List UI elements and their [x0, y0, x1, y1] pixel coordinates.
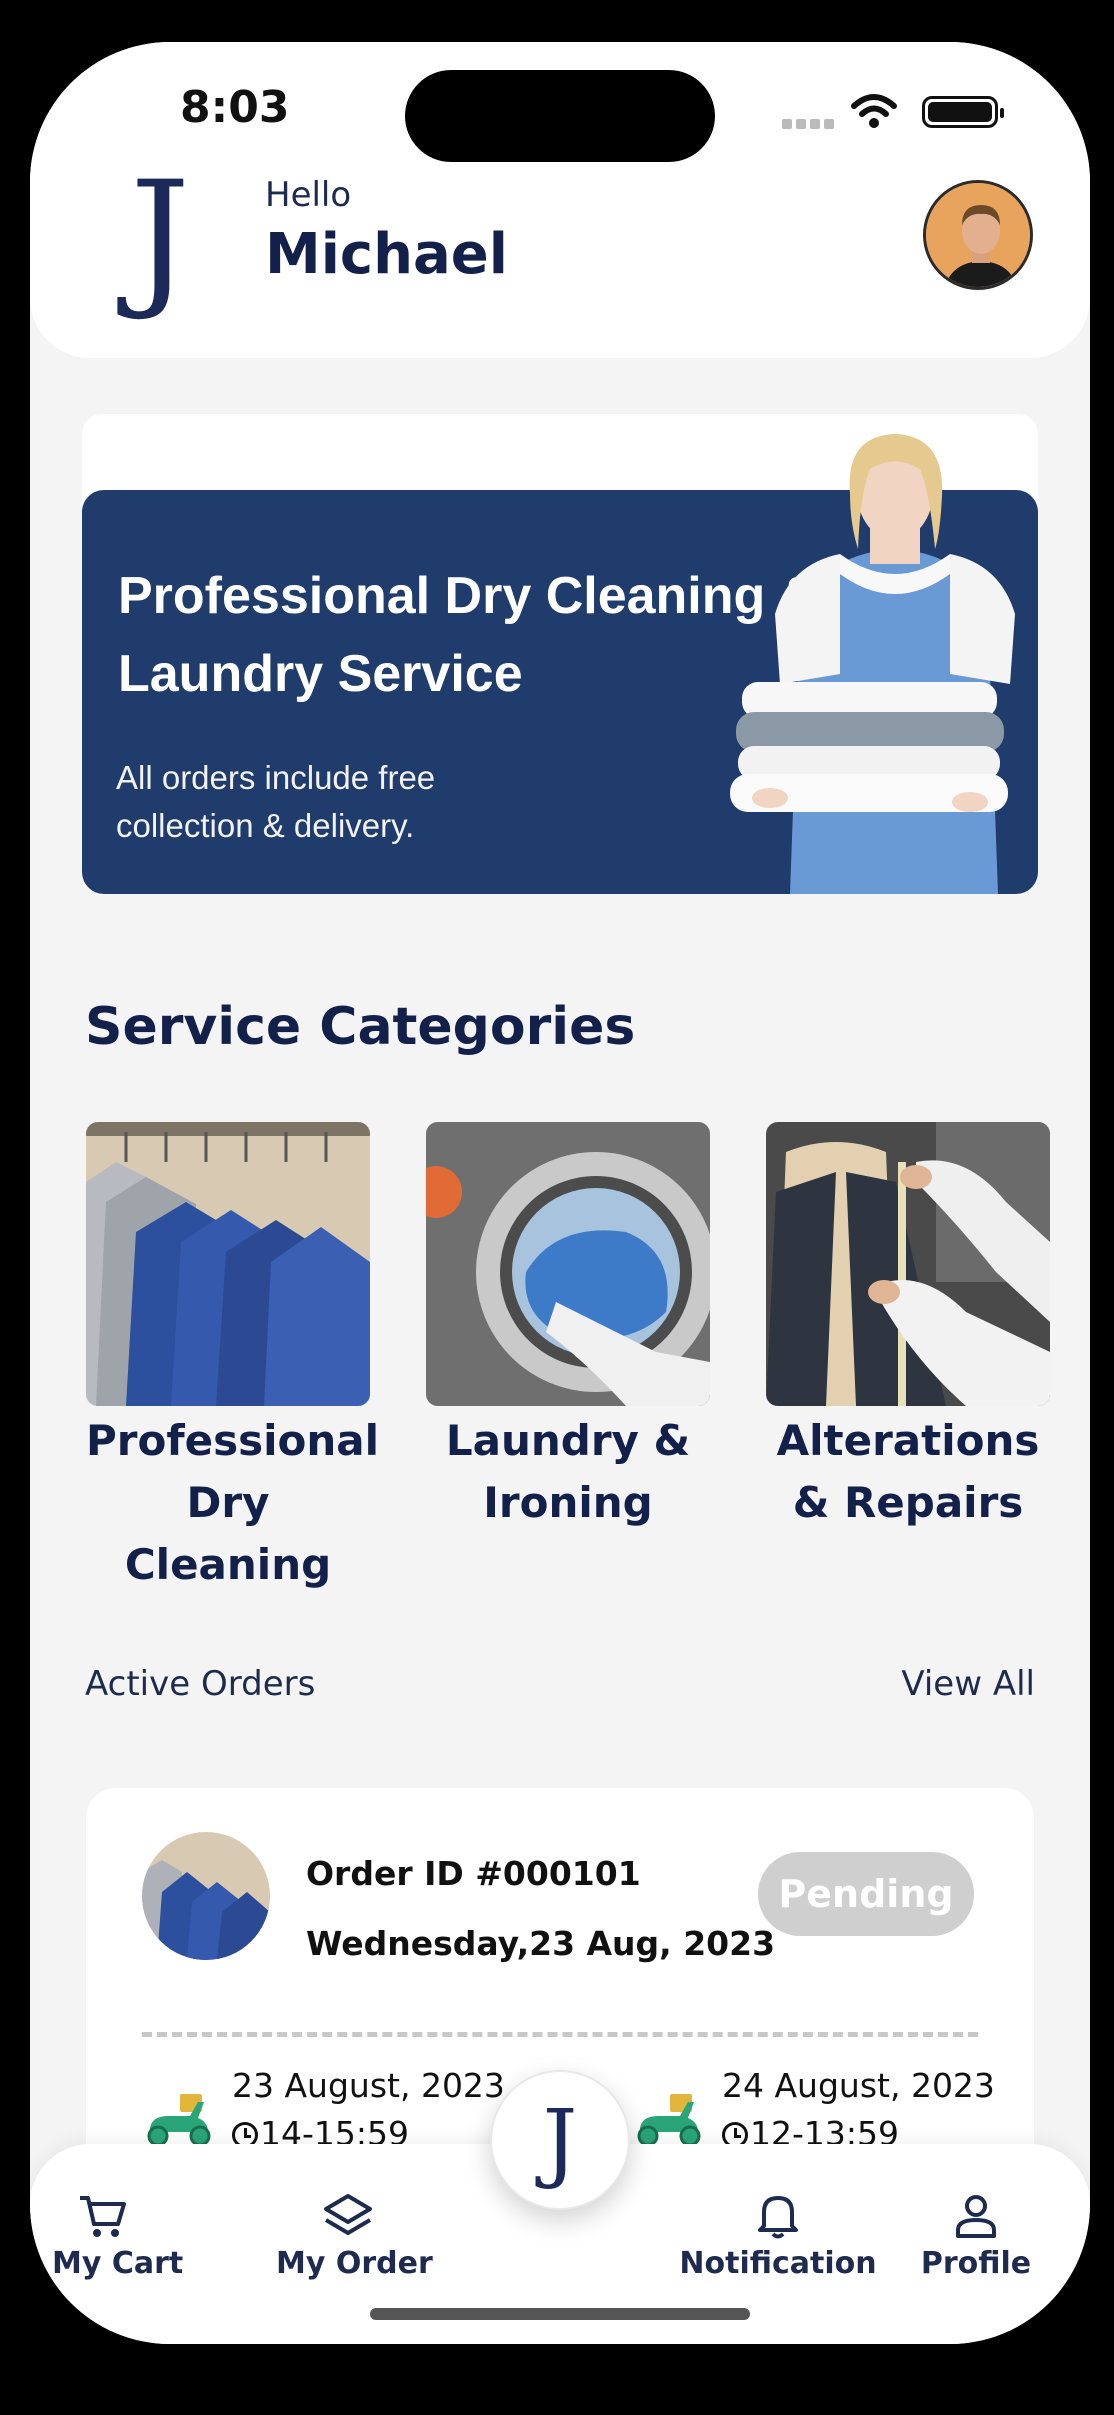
nav-my-order[interactable]: My Order: [276, 2192, 433, 2281]
nav-notification[interactable]: Notification: [670, 2192, 886, 2281]
laundry-woman-image: [730, 434, 1015, 894]
tailor-image: [766, 1122, 1050, 1406]
order-date: Wednesday,23 Aug, 2023: [306, 1924, 776, 1963]
avatar[interactable]: [923, 180, 1033, 290]
order-id: Order ID #000101: [306, 1854, 641, 1893]
dynamic-island: [405, 70, 715, 162]
app-logo[interactable]: J: [130, 162, 190, 312]
category-label: Professional Dry Cleaning: [86, 1416, 379, 1589]
banner-title: Professional Dry Cleaning & Laundry Serv…: [118, 567, 818, 703]
status-bar: 8:03: [30, 42, 1090, 172]
username: Michael: [265, 222, 508, 287]
active-orders-label: Active Orders: [85, 1664, 316, 1704]
home-fab-button[interactable]: J: [490, 2070, 630, 2210]
bell-icon: [758, 2196, 798, 2239]
suits-rack-image: [86, 1122, 370, 1406]
nav-label: Notification: [679, 2246, 877, 2281]
phone-screen: J Hello Michael 8:03 Professional Dry Cl…: [30, 42, 1090, 2344]
category-label: Alterations & Repairs: [776, 1416, 1040, 1527]
order-thumbnail: [142, 1832, 270, 1960]
fab-logo: J: [542, 2092, 578, 2192]
person-icon: [956, 2195, 996, 2238]
cart-icon: [80, 2196, 126, 2237]
delivery-date: 24 August, 2023: [722, 2066, 995, 2105]
wifi-icon: [851, 94, 897, 128]
greeting-label: Hello: [265, 175, 352, 215]
scooter-icon: [147, 2094, 211, 2147]
layers-icon: [324, 2194, 372, 2235]
category-label: Laundry & Ironing: [445, 1416, 691, 1527]
home-indicator[interactable]: [370, 2308, 750, 2320]
pickup-date: 23 August, 2023: [232, 2066, 505, 2105]
nav-label: Profile: [920, 2246, 1032, 2281]
nav-profile[interactable]: Profile: [916, 2192, 1036, 2281]
nav-label: My Cart: [52, 2246, 184, 2281]
status-time: 8:03: [180, 82, 290, 133]
washing-machine-image: [426, 1122, 710, 1406]
category-laundry[interactable]: Laundry & Ironing: [426, 1122, 710, 1534]
section-title: Service Categories: [85, 997, 636, 1057]
divider: [142, 2032, 978, 2037]
view-all-link[interactable]: View All: [901, 1664, 1035, 1704]
category-alterations[interactable]: Alterations & Repairs: [766, 1122, 1050, 1534]
signal-icon: [782, 114, 838, 133]
nav-label: My Order: [276, 2246, 433, 2281]
scooter-icon: [637, 2094, 701, 2147]
status-badge: Pending: [758, 1852, 974, 1936]
nav-my-cart[interactable]: My Cart: [52, 2192, 184, 2281]
banner-subtitle: All orders include free collection & del…: [116, 759, 436, 844]
category-dry-cleaning[interactable]: Professional Dry Cleaning: [86, 1122, 379, 1596]
battery-icon: [922, 96, 1004, 128]
